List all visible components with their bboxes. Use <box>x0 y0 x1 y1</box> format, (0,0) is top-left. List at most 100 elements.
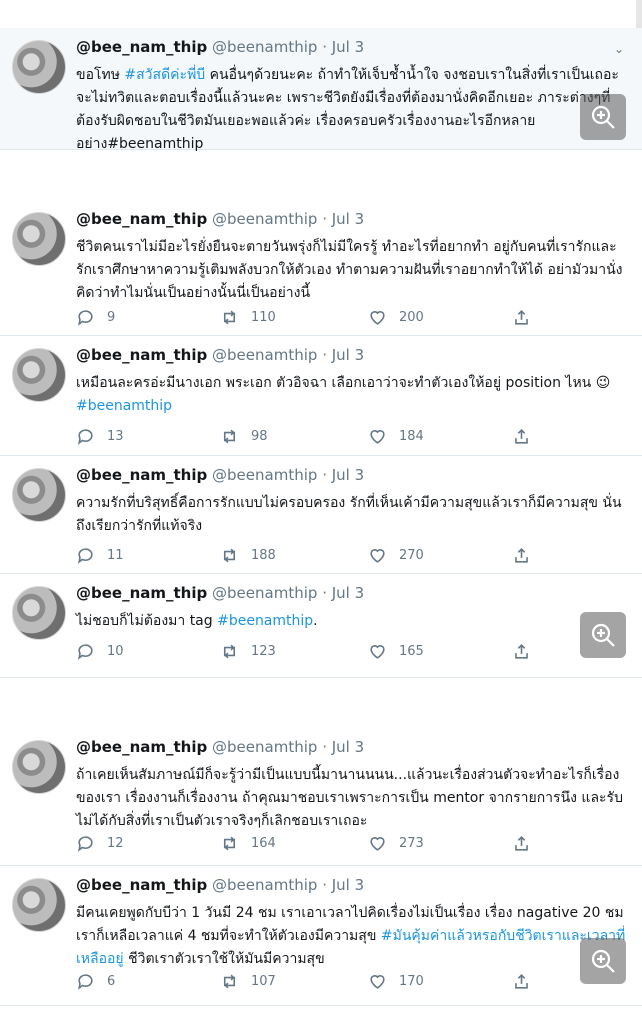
tweet-card[interactable]: @bee_nam_thip @beenamthip · Jul 3 ความรั… <box>0 456 642 574</box>
hashtag-link[interactable]: #beenamthip <box>217 613 313 629</box>
avatar[interactable] <box>12 40 66 94</box>
retweet-button[interactable]: 164 <box>220 832 276 854</box>
tweet-header: @bee_nam_thip @beenamthip · Jul 3 <box>76 466 618 488</box>
zoom-in-button[interactable] <box>580 938 626 984</box>
display-name[interactable]: @bee_nam_thip <box>76 38 207 56</box>
reply-button[interactable]: 10 <box>76 640 124 662</box>
user-handle[interactable]: @beenamthip <box>212 210 317 228</box>
user-handle[interactable]: @beenamthip <box>212 738 317 756</box>
retweet-count: 107 <box>251 973 276 989</box>
tweet-actions: 9 110 200 <box>76 306 546 328</box>
tweet-card[interactable]: @bee_nam_thip @beenamthip · Jul 3 ไม่ชอบ… <box>0 574 642 678</box>
reply-button[interactable]: 6 <box>76 970 115 992</box>
zoom-in-button[interactable] <box>580 612 626 658</box>
retweet-button[interactable]: 188 <box>220 544 276 566</box>
reply-button[interactable]: 12 <box>76 832 124 854</box>
tweet-card[interactable]: @bee_nam_thip @beenamthip · Jul 3 ⌄ ขอโท… <box>0 28 642 152</box>
retweet-count: 110 <box>251 309 276 325</box>
separator-dot: · <box>322 584 327 602</box>
share-button[interactable] <box>512 832 543 854</box>
avatar[interactable] <box>12 740 66 794</box>
like-button[interactable]: 273 <box>368 832 424 854</box>
like-button[interactable]: 165 <box>368 640 424 662</box>
reply-count: 11 <box>107 547 124 563</box>
tweet-text-part: ชีวิตคนเราไม่มีอะไรยั่งยืนจะตายวันพรุ่งก… <box>76 239 623 301</box>
user-handle[interactable]: @beenamthip <box>212 346 317 364</box>
heart-icon <box>370 644 385 659</box>
reply-count: 10 <box>107 643 124 659</box>
user-handle[interactable]: @beenamthip <box>212 466 317 484</box>
share-button[interactable] <box>512 425 543 447</box>
tweet-date[interactable]: Jul 3 <box>332 466 364 484</box>
share-icon <box>515 428 528 444</box>
like-button[interactable]: 200 <box>368 306 424 328</box>
reply-button[interactable]: 11 <box>76 544 124 566</box>
user-handle[interactable]: @beenamthip <box>212 38 317 56</box>
tweet-text-part: ขอโทษ <box>76 67 125 83</box>
tweet-header: @bee_nam_thip @beenamthip · Jul 3 <box>76 38 618 60</box>
reply-icon <box>77 309 93 326</box>
tweet-date[interactable]: Jul 3 <box>332 876 364 894</box>
share-button[interactable] <box>512 306 543 328</box>
retweet-icon <box>223 836 236 850</box>
like-button[interactable]: 170 <box>368 970 424 992</box>
retweet-button[interactable]: 110 <box>220 306 276 328</box>
display-name[interactable]: @bee_nam_thip <box>76 876 207 894</box>
tweet-card[interactable]: @bee_nam_thip @beenamthip · Jul 3 ชีวิตค… <box>0 200 642 336</box>
avatar[interactable] <box>12 586 66 640</box>
share-button[interactable] <box>512 640 543 662</box>
zoom-in-icon <box>591 949 615 973</box>
separator-dot: · <box>322 210 327 228</box>
avatar[interactable] <box>12 878 66 932</box>
tweet-text-part: ความรักที่บริสุทธิ์คือการรักแบบไม่ครอบคร… <box>76 495 622 534</box>
display-name[interactable]: @bee_nam_thip <box>76 466 207 484</box>
tweet-header: @bee_nam_thip @beenamthip · Jul 3 <box>76 738 618 760</box>
tweet-card[interactable]: @bee_nam_thip @beenamthip · Jul 3 มีคนเค… <box>0 866 642 1006</box>
user-handle[interactable]: @beenamthip <box>212 584 317 602</box>
retweet-button[interactable]: 98 <box>220 425 268 447</box>
reply-icon <box>77 643 93 660</box>
tweet-header: @bee_nam_thip @beenamthip · Jul 3 <box>76 876 618 898</box>
heart-icon <box>370 429 385 444</box>
retweet-icon <box>223 429 236 443</box>
retweet-count: 164 <box>251 835 276 851</box>
avatar[interactable] <box>12 468 66 522</box>
tweet-date[interactable]: Jul 3 <box>332 38 364 56</box>
retweet-button[interactable]: 123 <box>220 640 276 662</box>
heart-icon <box>370 836 385 851</box>
user-handle[interactable]: @beenamthip <box>212 876 317 894</box>
tweet-text: ขอโทษ #สวัสดีค่ะพี่บี คนอื่นๆด้วยนะคะ ถ้… <box>76 64 626 156</box>
tweet-date[interactable]: Jul 3 <box>332 346 364 364</box>
chevron-down-icon[interactable]: ⌄ <box>614 42 624 56</box>
reply-count: 9 <box>107 309 116 325</box>
share-button[interactable] <box>512 970 543 992</box>
reply-button[interactable]: 13 <box>76 425 124 447</box>
avatar[interactable] <box>12 212 66 266</box>
zoom-in-button[interactable] <box>580 94 626 140</box>
tweet-card[interactable]: @bee_nam_thip @beenamthip · Jul 3 ถ้าเคย… <box>0 728 642 866</box>
like-button[interactable]: 270 <box>368 544 424 566</box>
share-button[interactable] <box>512 544 543 566</box>
tweet-date[interactable]: Jul 3 <box>332 584 364 602</box>
tweet-date[interactable]: Jul 3 <box>332 738 364 756</box>
hashtag-link[interactable]: #beenamthip <box>76 398 172 414</box>
heart-icon <box>370 974 385 989</box>
display-name[interactable]: @bee_nam_thip <box>76 584 207 602</box>
display-name[interactable]: @bee_nam_thip <box>76 210 207 228</box>
heart-icon <box>370 548 385 563</box>
display-name[interactable]: @bee_nam_thip <box>76 346 207 364</box>
retweet-count: 98 <box>251 428 268 444</box>
avatar[interactable] <box>12 348 66 402</box>
tweet-card[interactable]: @bee_nam_thip @beenamthip · Jul 3 เหมือน… <box>0 336 642 456</box>
display-name[interactable]: @bee_nam_thip <box>76 738 207 756</box>
tweet-date[interactable]: Jul 3 <box>332 210 364 228</box>
separator-dot: · <box>322 346 327 364</box>
retweet-button[interactable]: 107 <box>220 970 276 992</box>
heart-icon <box>370 310 385 325</box>
hashtag-link[interactable]: #สวัสดีค่ะพี่บี <box>124 67 205 83</box>
tweet-text: ถ้าเคยเห็นสัมภาษณ์มีก็จะรู้ว่ามีเป็นแบบน… <box>76 764 626 833</box>
reply-icon <box>77 547 93 564</box>
reply-icon <box>77 835 93 852</box>
like-button[interactable]: 184 <box>368 425 424 447</box>
reply-button[interactable]: 9 <box>76 306 115 328</box>
